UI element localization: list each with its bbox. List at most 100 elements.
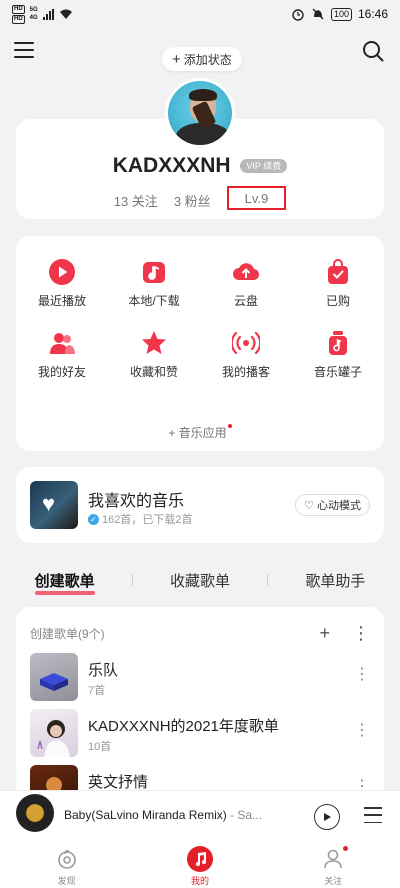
- shortcut-card: 最近播放 本地/下载 云盘 已购 我的好友 收藏和赞 我的播客 音乐罐子 + 音…: [16, 236, 384, 451]
- shortcut-purchased[interactable]: 已购: [292, 258, 384, 309]
- liked-music-card[interactable]: ♥ 我喜欢的音乐 ✓ 162首，已下载2首 ♡ 心动模式: [16, 467, 384, 543]
- person-icon: [320, 846, 349, 872]
- tab-divider: [131, 574, 133, 586]
- nav-label: 发现: [57, 876, 76, 886]
- playlist-row[interactable]: 乐队 7首 ⋮: [30, 653, 370, 703]
- heart-outline-icon: ♡: [304, 499, 314, 512]
- music-apps-button[interactable]: + 音乐应用: [16, 424, 384, 441]
- shortcut-podcast[interactable]: 我的播客: [200, 329, 292, 380]
- avatar[interactable]: [165, 78, 235, 148]
- bag-check-icon: [324, 258, 352, 286]
- shortcut-label: 已购: [325, 294, 350, 308]
- shortcut-grid: 最近播放 本地/下载 云盘 已购 我的好友 收藏和赞 我的播客 音乐罐子: [16, 258, 384, 380]
- sim1-label: HD: [12, 4, 25, 14]
- playlist-header: 创建歌单(9个) + ⋮: [30, 623, 370, 644]
- nav-my[interactable]: 我的: [160, 842, 240, 888]
- playlist-row[interactable]: KADXXXNH的2021年度歌单 10首 ⋮: [30, 709, 370, 759]
- podcast-icon: [232, 329, 260, 357]
- shortcut-label: 音乐罐子: [313, 365, 362, 379]
- status-bar-left: HD HD 5G 4G: [12, 4, 74, 24]
- nav-discover[interactable]: 发现: [27, 842, 107, 888]
- playlist-cover: [30, 709, 78, 757]
- liked-music-subtitle: 162首，已下载2首: [102, 514, 193, 526]
- liked-music-title: 我喜欢的音乐: [88, 493, 185, 510]
- liked-music-subtitle-row: ✓ 162首，已下载2首: [88, 511, 192, 527]
- friends-icon: [48, 329, 76, 357]
- music-icon: [186, 846, 213, 872]
- star-icon: [140, 329, 168, 357]
- network2-label: 4G: [29, 14, 38, 21]
- status-bar-right: 100 16:46: [291, 7, 388, 21]
- nav-follow[interactable]: 关注: [293, 842, 373, 888]
- vip-badge[interactable]: VIP 续费: [240, 159, 288, 174]
- now-playing-cover[interactable]: [16, 794, 54, 832]
- cloud-upload-icon: [232, 258, 260, 286]
- tab-playlist-assistant[interactable]: 歌单助手: [305, 570, 365, 591]
- profile-stats: 13 关注 3 粉丝 Lv.9: [16, 186, 384, 210]
- network-labels: 5G 4G: [29, 7, 39, 22]
- fans-count[interactable]: 3 粉丝: [174, 191, 211, 210]
- check-icon: ✓: [88, 513, 99, 525]
- heart-icon: ♥: [42, 491, 56, 516]
- playlist-song-count: 10首: [88, 741, 112, 753]
- username-row: KADXXXNH VIP 续费: [16, 154, 384, 178]
- shortcut-label: 收藏和赞: [129, 365, 178, 379]
- more-vertical-icon[interactable]: ⋮: [352, 623, 370, 644]
- plus-icon: +: [172, 50, 181, 68]
- shortcut-favorites[interactable]: 收藏和赞: [108, 329, 200, 380]
- playlist-actions: + ⋮: [319, 623, 370, 644]
- add-status-button[interactable]: + 添加状态: [162, 47, 242, 71]
- add-playlist-icon[interactable]: +: [319, 623, 330, 644]
- menu-icon[interactable]: [14, 42, 34, 58]
- heart-mode-label: 心动模式: [317, 500, 361, 512]
- nav-label: 我的: [190, 876, 209, 886]
- tab-divider: [267, 574, 269, 586]
- alarm-icon: [292, 9, 304, 21]
- username[interactable]: KADXXXNH: [113, 154, 231, 177]
- playlist-cover: [30, 653, 78, 701]
- network1-label: 5G: [29, 6, 38, 13]
- add-status-label: 添加状态: [183, 52, 232, 67]
- battery-icon: 100: [330, 7, 352, 21]
- music-note-icon: [140, 258, 168, 286]
- now-playing-title: Baby(SaLvino Miranda Remix): [64, 808, 227, 822]
- mini-player[interactable]: Baby(SaLvino Miranda Remix) - Sa...: [0, 790, 400, 842]
- shortcut-music-jar[interactable]: 音乐罐子: [292, 329, 384, 380]
- shortcut-label: 我的播客: [221, 365, 270, 379]
- more-vertical-icon[interactable]: ⋮: [354, 667, 370, 683]
- discover-icon: [54, 846, 80, 872]
- music-apps-label: 音乐应用: [178, 426, 227, 440]
- shortcut-recent-play[interactable]: 最近播放: [16, 258, 108, 309]
- bottom-nav: 发现 我的 关注: [0, 842, 400, 888]
- music-jar-icon: [324, 329, 352, 357]
- play-icon: [48, 258, 76, 286]
- shortcut-cloud[interactable]: 云盘: [200, 258, 292, 309]
- now-playing-title-row[interactable]: Baby(SaLvino Miranda Remix) - Sa...: [64, 808, 304, 822]
- play-button[interactable]: [314, 804, 340, 830]
- signal-icon: [42, 8, 54, 20]
- tab-collected-playlists[interactable]: 收藏歌单: [170, 570, 230, 591]
- shortcut-local-download[interactable]: 本地/下载: [108, 258, 200, 309]
- following-count[interactable]: 13 关注: [114, 191, 158, 210]
- playlist-tabs: 创建歌单 收藏歌单 歌单助手: [16, 565, 384, 595]
- avatar-image: [168, 81, 232, 145]
- status-bar: HD HD 5G 4G 100 16:46: [0, 0, 400, 28]
- sim-indicators: HD HD: [12, 4, 25, 24]
- level-badge[interactable]: Lv.9: [226, 186, 287, 210]
- playlist-name: KADXXXNH的2021年度歌单: [88, 718, 279, 735]
- shortcut-label: 本地/下载: [128, 294, 180, 308]
- shortcut-friends[interactable]: 我的好友: [16, 329, 108, 380]
- nav-label: 关注: [324, 876, 343, 886]
- now-playing-artist: - Sa...: [226, 808, 263, 822]
- wifi-icon: [59, 9, 72, 19]
- sim2-label: HD: [12, 14, 25, 24]
- playlist-name: 乐队: [88, 662, 119, 679]
- heart-mode-button[interactable]: ♡ 心动模式: [295, 494, 370, 516]
- playlist-name: 英文抒情: [88, 774, 149, 791]
- search-icon[interactable]: [362, 40, 384, 62]
- playlist-queue-icon[interactable]: [364, 807, 382, 823]
- tab-created-playlists[interactable]: 创建歌单: [34, 570, 95, 595]
- notification-dot: [227, 424, 232, 428]
- more-vertical-icon[interactable]: ⋮: [354, 723, 370, 739]
- playlist-count-label: 创建歌单(9个): [30, 627, 105, 641]
